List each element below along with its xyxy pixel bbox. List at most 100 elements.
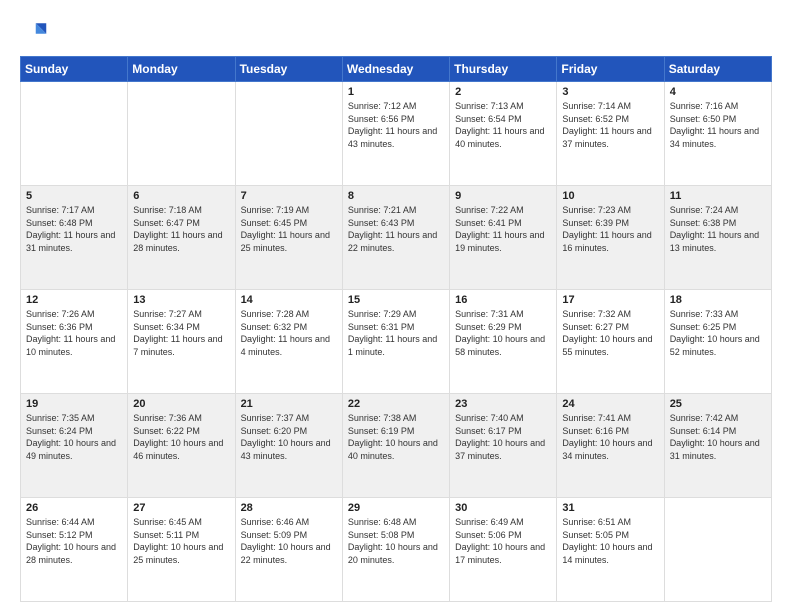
day-cell: 1 Sunrise: 7:12 AM Sunset: 6:56 PM Daylig… (342, 82, 449, 186)
day-cell: 17 Sunrise: 7:32 AM Sunset: 6:27 PM Dayli… (557, 290, 664, 394)
header (20, 18, 772, 46)
day-cell: 19 Sunrise: 7:35 AM Sunset: 6:24 PM Dayli… (21, 394, 128, 498)
day-header-sunday: Sunday (21, 57, 128, 82)
day-cell: 22 Sunrise: 7:38 AM Sunset: 6:19 PM Dayli… (342, 394, 449, 498)
day-cell: 7Sunrise: 7:19 AM Sunset: 6:45 PM Daylig… (235, 186, 342, 290)
day-header-thursday: Thursday (450, 57, 557, 82)
week-row-2: 5 Sunrise: 7:17 AM Sunset: 6:48 PM Daylig… (21, 186, 772, 290)
week-row-1: 1 Sunrise: 7:12 AM Sunset: 6:56 PM Daylig… (21, 82, 772, 186)
day-number: 13 (133, 294, 229, 306)
day-cell: 13 Sunrise: 7:27 AM Sunset: 6:34 PM Dayli… (128, 290, 235, 394)
day-info: Sunrise: 7:18 AM Sunset: 6:47 PM Dayligh… (133, 204, 229, 254)
day-number: 20 (133, 398, 229, 410)
day-info: Sunrise: 7:22 AM Sunset: 6:41 PM Dayligh… (455, 204, 551, 254)
day-info: Sunrise: 7:21 AM Sunset: 6:43 PM Dayligh… (348, 204, 444, 254)
day-info: Sunrise: 7:24 AM Sunset: 6:38 PM Dayligh… (670, 204, 766, 254)
day-number: 23 (455, 398, 551, 410)
day-info: Sunrise: 6:48 AM Sunset: 5:08 PM Dayligh… (348, 516, 444, 566)
day-number: 5 (26, 190, 122, 202)
day-info: Sunrise: 7:13 AM Sunset: 6:54 PM Dayligh… (455, 100, 551, 150)
day-cell: 3 Sunrise: 7:14 AM Sunset: 6:52 PM Daylig… (557, 82, 664, 186)
day-info: Sunrise: 7:12 AM Sunset: 6:56 PM Dayligh… (348, 100, 444, 150)
day-number: 28 (241, 502, 337, 514)
day-number: 6 (133, 190, 229, 202)
day-number: 12 (26, 294, 122, 306)
day-info: Sunrise: 7:23 AM Sunset: 6:39 PM Dayligh… (562, 204, 658, 254)
day-info: Sunrise: 7:38 AM Sunset: 6:19 PM Dayligh… (348, 412, 444, 462)
day-info: Sunrise: 7:36 AM Sunset: 6:22 PM Dayligh… (133, 412, 229, 462)
day-number: 4 (670, 86, 766, 98)
day-number: 10 (562, 190, 658, 202)
day-info: Sunrise: 7:17 AM Sunset: 6:48 PM Dayligh… (26, 204, 122, 254)
day-cell: 31 Sunrise: 6:51 AM Sunset: 5:05 PM Dayli… (557, 498, 664, 602)
day-header-saturday: Saturday (664, 57, 771, 82)
day-cell: 16Sunrise: 7:31 AM Sunset: 6:29 PM Dayli… (450, 290, 557, 394)
day-number: 2 (455, 86, 551, 98)
day-info: Sunrise: 6:51 AM Sunset: 5:05 PM Dayligh… (562, 516, 658, 566)
day-number: 29 (348, 502, 444, 514)
day-info: Sunrise: 7:40 AM Sunset: 6:17 PM Dayligh… (455, 412, 551, 462)
day-cell: 8Sunrise: 7:21 AM Sunset: 6:43 PM Daylig… (342, 186, 449, 290)
day-header-tuesday: Tuesday (235, 57, 342, 82)
day-number: 22 (348, 398, 444, 410)
logo-icon (20, 18, 48, 46)
day-cell: 4 Sunrise: 7:16 AM Sunset: 6:50 PM Daylig… (664, 82, 771, 186)
day-info: Sunrise: 6:49 AM Sunset: 5:06 PM Dayligh… (455, 516, 551, 566)
day-cell: 23 Sunrise: 7:40 AM Sunset: 6:17 PM Dayli… (450, 394, 557, 498)
week-row-5: 26 Sunrise: 6:44 AM Sunset: 5:12 PM Dayli… (21, 498, 772, 602)
day-number: 9 (455, 190, 551, 202)
day-info: Sunrise: 7:42 AM Sunset: 6:14 PM Dayligh… (670, 412, 766, 462)
day-cell: 27 Sunrise: 6:45 AM Sunset: 5:11 PM Dayli… (128, 498, 235, 602)
day-number: 17 (562, 294, 658, 306)
day-header-friday: Friday (557, 57, 664, 82)
day-number: 15 (348, 294, 444, 306)
day-cell: 25Sunrise: 7:42 AM Sunset: 6:14 PM Dayli… (664, 394, 771, 498)
day-info: Sunrise: 6:45 AM Sunset: 5:11 PM Dayligh… (133, 516, 229, 566)
day-cell: 29 Sunrise: 6:48 AM Sunset: 5:08 PM Dayli… (342, 498, 449, 602)
day-cell: 6 Sunrise: 7:18 AM Sunset: 6:47 PM Daylig… (128, 186, 235, 290)
day-info: Sunrise: 7:32 AM Sunset: 6:27 PM Dayligh… (562, 308, 658, 358)
day-info: Sunrise: 7:26 AM Sunset: 6:36 PM Dayligh… (26, 308, 122, 358)
day-number: 7 (241, 190, 337, 202)
day-cell: 28 Sunrise: 6:46 AM Sunset: 5:09 PM Dayli… (235, 498, 342, 602)
day-cell: 10 Sunrise: 7:23 AM Sunset: 6:39 PM Dayli… (557, 186, 664, 290)
day-cell (235, 82, 342, 186)
day-cell: 5 Sunrise: 7:17 AM Sunset: 6:48 PM Daylig… (21, 186, 128, 290)
day-cell: 9 Sunrise: 7:22 AM Sunset: 6:41 PM Daylig… (450, 186, 557, 290)
day-info: Sunrise: 7:37 AM Sunset: 6:20 PM Dayligh… (241, 412, 337, 462)
day-cell: 26 Sunrise: 6:44 AM Sunset: 5:12 PM Dayli… (21, 498, 128, 602)
day-number: 18 (670, 294, 766, 306)
day-number: 26 (26, 502, 122, 514)
day-cell: 24Sunrise: 7:41 AM Sunset: 6:16 PM Dayli… (557, 394, 664, 498)
day-cell: 14Sunrise: 7:28 AM Sunset: 6:32 PM Dayli… (235, 290, 342, 394)
day-info: Sunrise: 7:35 AM Sunset: 6:24 PM Dayligh… (26, 412, 122, 462)
day-number: 1 (348, 86, 444, 98)
day-cell: 21 Sunrise: 7:37 AM Sunset: 6:20 PM Dayli… (235, 394, 342, 498)
day-number: 19 (26, 398, 122, 410)
day-info: Sunrise: 7:14 AM Sunset: 6:52 PM Dayligh… (562, 100, 658, 150)
day-cell: 30Sunrise: 6:49 AM Sunset: 5:06 PM Dayli… (450, 498, 557, 602)
day-info: Sunrise: 7:31 AM Sunset: 6:29 PM Dayligh… (455, 308, 551, 358)
day-number: 3 (562, 86, 658, 98)
day-info: Sunrise: 7:27 AM Sunset: 6:34 PM Dayligh… (133, 308, 229, 358)
day-header-monday: Monday (128, 57, 235, 82)
day-cell (128, 82, 235, 186)
day-info: Sunrise: 6:46 AM Sunset: 5:09 PM Dayligh… (241, 516, 337, 566)
day-info: Sunrise: 7:16 AM Sunset: 6:50 PM Dayligh… (670, 100, 766, 150)
day-cell: 2 Sunrise: 7:13 AM Sunset: 6:54 PM Daylig… (450, 82, 557, 186)
day-cell: 20 Sunrise: 7:36 AM Sunset: 6:22 PM Dayli… (128, 394, 235, 498)
day-number: 31 (562, 502, 658, 514)
day-cell (21, 82, 128, 186)
day-cell: 12 Sunrise: 7:26 AM Sunset: 6:36 PM Dayli… (21, 290, 128, 394)
day-info: Sunrise: 7:29 AM Sunset: 6:31 PM Dayligh… (348, 308, 444, 358)
calendar-table: SundayMondayTuesdayWednesdayThursdayFrid… (20, 56, 772, 602)
day-number: 21 (241, 398, 337, 410)
day-number: 14 (241, 294, 337, 306)
logo (20, 18, 52, 46)
day-cell (664, 498, 771, 602)
week-row-3: 12 Sunrise: 7:26 AM Sunset: 6:36 PM Dayli… (21, 290, 772, 394)
day-header-wednesday: Wednesday (342, 57, 449, 82)
day-number: 11 (670, 190, 766, 202)
day-number: 27 (133, 502, 229, 514)
day-info: Sunrise: 6:44 AM Sunset: 5:12 PM Dayligh… (26, 516, 122, 566)
